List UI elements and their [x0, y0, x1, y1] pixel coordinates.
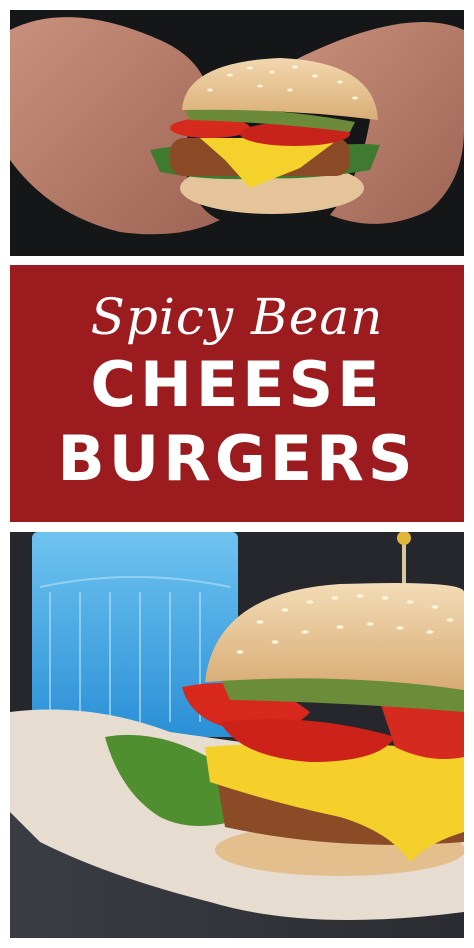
top-burger-illustration: [10, 10, 464, 256]
bottom-burger-photo: [10, 532, 464, 938]
title-cheese-line: CHEESE: [90, 347, 384, 421]
top-burger-photo: [10, 10, 464, 256]
title-script-line: Spicy Bean: [90, 287, 384, 346]
bottom-burger-illustration: [10, 532, 464, 938]
title-burgers-line: BURGERS: [57, 421, 417, 495]
title-banner: Spicy Bean CHEESE BURGERS: [10, 265, 464, 522]
